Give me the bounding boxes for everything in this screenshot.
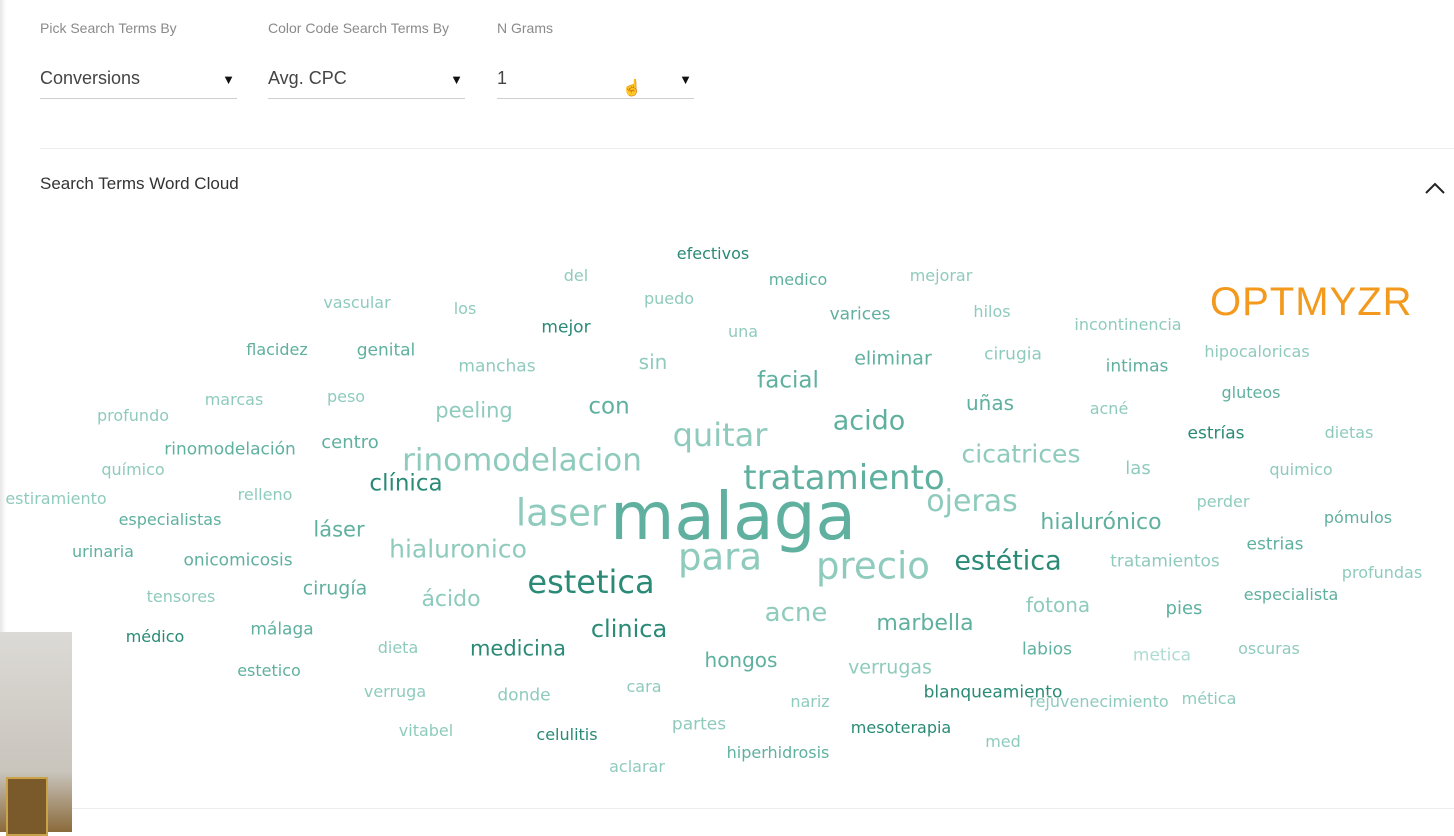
word-cloud-term[interactable]: profundas [1342, 565, 1422, 581]
word-cloud-term[interactable]: acido [833, 408, 906, 435]
webcam-video-thumbnail [0, 632, 72, 836]
word-cloud-term[interactable]: marbella [876, 613, 973, 635]
divider [40, 808, 1454, 809]
word-cloud-term[interactable]: profundo [97, 408, 169, 424]
word-cloud-term[interactable]: sin [639, 352, 668, 372]
word-cloud-term[interactable]: para [678, 539, 762, 576]
word-cloud-term[interactable]: una [728, 324, 758, 340]
word-cloud-term[interactable]: uñas [966, 393, 1014, 413]
word-cloud-term[interactable]: quimico [1269, 462, 1332, 478]
word-cloud: efectivos medico del mejorar vascular los pued… [0, 0, 1454, 832]
word-cloud-term[interactable]: tensores [147, 589, 216, 605]
word-cloud-term[interactable]: hialuronico [389, 537, 527, 562]
word-cloud-term[interactable]: estetico [237, 663, 301, 679]
word-cloud-term[interactable]: centro [321, 434, 378, 452]
word-cloud-term[interactable]: del [564, 268, 588, 284]
word-cloud-term[interactable]: hongos [705, 650, 778, 670]
word-cloud-term[interactable]: laser [516, 495, 606, 532]
word-cloud-term[interactable]: peeling [435, 400, 512, 422]
painting-image [6, 777, 48, 836]
word-cloud-term[interactable]: pies [1166, 600, 1203, 618]
word-cloud-term[interactable]: incontinencia [1074, 317, 1181, 333]
word-cloud-term[interactable]: celulitis [536, 727, 597, 743]
word-cloud-term[interactable]: los [454, 301, 477, 317]
word-cloud-term[interactable]: estrías [1188, 425, 1245, 443]
word-cloud-term[interactable]: eliminar [854, 349, 932, 369]
word-cloud-term[interactable]: las [1125, 460, 1150, 478]
word-cloud-term[interactable]: medicina [470, 638, 566, 660]
word-cloud-term[interactable]: donde [497, 687, 550, 705]
word-cloud-term[interactable]: marcas [205, 392, 264, 408]
word-cloud-term[interactable]: acne [765, 600, 828, 626]
word-cloud-term[interactable]: quitar [673, 419, 768, 451]
word-cloud-term[interactable]: verrugas [848, 658, 932, 678]
word-cloud-term[interactable]: clinica [591, 617, 667, 641]
word-cloud-term[interactable]: cicatrices [962, 442, 1081, 467]
word-cloud-term[interactable]: estrias [1247, 536, 1304, 554]
optmyzr-logo: OPTMYZR [1210, 280, 1413, 324]
word-cloud-term[interactable]: dieta [378, 640, 419, 656]
word-cloud-term[interactable]: médico [126, 629, 185, 645]
word-cloud-term[interactable]: dietas [1325, 425, 1374, 441]
word-cloud-term[interactable]: mesoterapia [851, 720, 951, 736]
word-cloud-term[interactable]: fotona [1026, 595, 1090, 615]
word-cloud-term[interactable]: genital [357, 342, 416, 360]
word-cloud-term[interactable]: vitabel [399, 723, 453, 739]
word-cloud-term[interactable]: precio [816, 548, 930, 585]
word-cloud-term[interactable]: intimas [1106, 358, 1169, 376]
word-cloud-term[interactable]: estetica [527, 566, 654, 598]
word-cloud-term[interactable]: ácido [421, 589, 480, 611]
word-cloud-term[interactable]: cara [627, 679, 662, 695]
word-cloud-term[interactable]: químico [101, 462, 164, 478]
word-cloud-term[interactable]: hipocaloricas [1204, 344, 1309, 360]
word-cloud-term[interactable]: verruga [364, 684, 426, 700]
word-cloud-term[interactable]: rinomodelación [164, 441, 295, 459]
word-cloud-term[interactable]: urinaria [72, 544, 134, 560]
word-cloud-term[interactable]: tratamientos [1110, 553, 1220, 571]
word-cloud-term[interactable]: hiperhidrosis [727, 745, 830, 761]
word-cloud-term[interactable]: gluteos [1222, 385, 1281, 401]
word-cloud-term[interactable]: mética [1182, 691, 1237, 707]
word-cloud-term[interactable]: nariz [790, 694, 829, 710]
word-cloud-term[interactable]: láser [313, 519, 364, 541]
word-cloud-term[interactable]: relleno [238, 487, 293, 503]
word-cloud-term[interactable]: vascular [323, 295, 390, 311]
word-cloud-term[interactable]: labios [1022, 641, 1072, 659]
word-cloud-term[interactable]: puedo [644, 291, 694, 307]
word-cloud-term[interactable]: facial [757, 369, 819, 393]
word-cloud-term[interactable]: metica [1133, 647, 1191, 665]
word-cloud-term[interactable]: estética [954, 548, 1061, 575]
word-cloud-term[interactable]: peso [327, 389, 365, 405]
word-cloud-term[interactable]: hialurónico [1040, 512, 1161, 534]
word-cloud-term[interactable]: ojeras [926, 487, 1018, 517]
word-cloud-term[interactable]: aclarar [609, 759, 665, 775]
word-cloud-term[interactable]: málaga [250, 621, 313, 639]
word-cloud-term[interactable]: especialistas [119, 512, 222, 528]
word-cloud-term[interactable]: mejorar [910, 268, 973, 284]
word-cloud-term[interactable]: con [588, 395, 629, 419]
word-cloud-term[interactable]: varices [830, 306, 891, 324]
word-cloud-term[interactable]: onicomicosis [183, 552, 292, 570]
word-cloud-term[interactable]: clínica [369, 472, 442, 496]
word-cloud-term[interactable]: mejor [541, 319, 590, 337]
word-cloud-term[interactable]: rejuvenecimiento [1029, 694, 1168, 710]
word-cloud-term[interactable]: especialista [1244, 587, 1339, 603]
word-cloud-term[interactable]: cirugía [303, 579, 368, 599]
word-cloud-term[interactable]: hilos [973, 304, 1010, 320]
word-cloud-term[interactable]: cirugia [984, 346, 1042, 364]
word-cloud-term[interactable]: acné [1090, 401, 1129, 417]
word-cloud-term[interactable]: med [985, 734, 1021, 750]
word-cloud-term[interactable]: oscuras [1238, 641, 1300, 657]
word-cloud-term[interactable]: medico [769, 272, 828, 288]
word-cloud-term[interactable]: partes [672, 716, 726, 734]
word-cloud-term[interactable]: perder [1197, 494, 1250, 510]
word-cloud-term[interactable]: manchas [458, 358, 535, 376]
word-cloud-term[interactable]: pómulos [1324, 510, 1392, 526]
word-cloud-term[interactable]: flacidez [246, 342, 308, 358]
word-cloud-term[interactable]: estiramiento [5, 491, 106, 507]
word-cloud-term[interactable]: efectivos [677, 246, 749, 262]
